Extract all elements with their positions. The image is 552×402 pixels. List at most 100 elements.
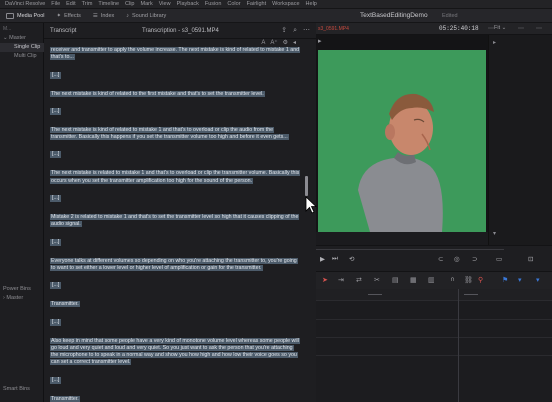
person-figure [358, 93, 443, 232]
transcript-pause[interactable]: [...] [50, 144, 300, 167]
transcript-header: Transcript Transcription - s3_0591.MP4 ⇪… [44, 23, 316, 39]
transcript-pause[interactable]: [...] [50, 275, 300, 298]
search-icon[interactable]: ⌕ [293, 26, 297, 35]
menu-item[interactable]: Fusion [202, 0, 225, 9]
play-icon[interactable]: ▶ [320, 255, 325, 263]
viewer-header: s3_0591.MP4 05:25:40:18 ⋯ [316, 23, 552, 35]
transcript-segment[interactable]: The next mistake is related to mistake 1… [50, 170, 301, 185]
transcript-scrollbar[interactable] [305, 176, 308, 196]
transcript-segment[interactable]: The next mistake is kind of related to t… [50, 90, 300, 98]
menu-item[interactable]: Clip [122, 0, 137, 9]
viewer-menu-icon[interactable]: ⋯ [518, 25, 524, 32]
segment-text: The next mistake is kind of related to t… [50, 90, 265, 97]
mark-clip-icon[interactable]: ⊃ [472, 255, 477, 263]
timeline-area[interactable] [316, 289, 552, 402]
menu-item[interactable]: DaVinci Resolve [2, 0, 48, 9]
bin-list-panel: M... ⌄ Master Single Clip Multi Clip Pow… [0, 23, 44, 402]
pause-marker: [...] [50, 376, 62, 384]
trim-tool-icon[interactable]: ⇥ [338, 276, 344, 284]
insert-clip-icon[interactable]: ▭ [496, 255, 502, 263]
menu-item[interactable]: Edit [63, 0, 78, 9]
marker-add-icon[interactable]: ▾ [518, 276, 522, 284]
in-point-icon[interactable]: ⊂ [438, 255, 443, 263]
blade-tool-icon[interactable]: ✂ [374, 276, 380, 284]
playhead-icon[interactable]: ▾ [493, 230, 496, 237]
edit-status: Edited [442, 13, 458, 19]
timeline-ruler[interactable] [316, 289, 552, 301]
menu-item[interactable]: Mark [138, 0, 156, 9]
source-viewer[interactable]: ▸ [316, 35, 488, 232]
media-pool-button[interactable]: Media Pool [0, 9, 51, 23]
transcript-pause[interactable]: [...] [50, 101, 300, 124]
menu-item[interactable]: Trim [79, 0, 96, 9]
transcript-title: Transcript [50, 27, 77, 34]
menu-item[interactable]: File [48, 0, 63, 9]
overwrite-icon[interactable]: ▤ [392, 276, 399, 284]
transcript-pause[interactable]: [...] [50, 65, 300, 88]
next-icon[interactable]: ⏭ [332, 255, 338, 263]
menu-item[interactable]: Color [224, 0, 243, 9]
transcript-segment[interactable]: Mistake 2 is related to mistake 1 and th… [50, 214, 300, 229]
menu-icon[interactable]: ⋯ [303, 26, 310, 35]
insert-icon[interactable]: ▥ [428, 276, 435, 284]
timeline-toolbar: ➤ ⇥ ⇄ ✂ ▤ ▦ ▥ ∩ ⛓ ⚲ ⚑ ▾ ▾ [316, 271, 552, 289]
marker-icon: ▸ [493, 40, 497, 46]
transcript-segment[interactable]: Also keep in mind that some people have … [50, 337, 300, 367]
transport-controls: ▶ ⏭ ⟲ ⊂ ◎ ⊃ ▭ ⊡ [316, 245, 552, 271]
loop-icon[interactable]: ⟲ [349, 255, 354, 263]
transcript-pause[interactable]: [...] [50, 312, 300, 335]
timeline-guide [458, 289, 459, 402]
transcript-body[interactable]: receiver and transmitter to apply the vo… [44, 47, 306, 402]
ruler-mark [464, 294, 478, 295]
pause-marker: [...] [50, 107, 62, 115]
export-icon[interactable]: ⇪ [281, 26, 287, 35]
bin-multi-clip[interactable]: Multi Clip [0, 52, 44, 61]
power-bin-master-label: Master [6, 295, 24, 301]
track-divider [316, 355, 552, 356]
transcript-segment[interactable]: Transmitter. [50, 301, 300, 308]
position-lock-icon[interactable]: ⚲ [478, 276, 483, 284]
fit-dropdown[interactable]: Fit ⌄ [494, 25, 506, 31]
transcript-toolbar: ⇪ ⌕ ⋯ [281, 26, 310, 35]
dynamic-trim-icon[interactable]: ⇄ [356, 276, 362, 284]
color-marker-icon[interactable]: ▾ [536, 276, 540, 284]
bin-master[interactable]: ⌄ Master [0, 34, 44, 43]
sound-library-button[interactable]: ♪ Sound Library [120, 9, 172, 23]
bin-single-clip[interactable]: Single Clip [0, 43, 44, 52]
menu-item[interactable]: Fairlight [244, 0, 270, 9]
safe-area-icon[interactable]: ⊡ [528, 255, 533, 263]
menu-item[interactable]: Workspace [269, 0, 302, 9]
transcript-segment[interactable]: Everyone talks at different volumes so d… [50, 257, 300, 273]
out-point-icon[interactable]: ◎ [454, 255, 460, 263]
flag-icon[interactable]: ⚑ [502, 276, 508, 284]
transcript-panel: Transcript Transcription - s3_0591.MP4 ⇪… [44, 23, 316, 402]
pause-marker: [...] [50, 71, 62, 79]
segment-text: Mistake 2 is related to mistake 1 and th… [50, 214, 300, 228]
fit-label: Fit [494, 25, 501, 31]
track-divider [316, 319, 552, 320]
selection-tool-icon[interactable]: ➤ [322, 276, 328, 284]
menu-item[interactable]: View [156, 0, 174, 9]
transcript-segment[interactable]: Transmitter. [50, 395, 300, 402]
menu-item[interactable]: Help [303, 0, 320, 9]
transcript-pause[interactable]: [...] [50, 188, 300, 211]
transcript-pause[interactable]: [...] [50, 370, 300, 393]
transcript-pause[interactable]: [...] [50, 232, 300, 255]
index-button[interactable]: ☰ Index [87, 9, 120, 23]
segment-text: The next mistake is kind of related to m… [50, 126, 289, 141]
power-bin-master[interactable]: › Master [0, 294, 44, 303]
inspector-strip: ▸ ▾ [488, 35, 552, 245]
menu-item[interactable]: Playback [174, 0, 202, 9]
menu-item[interactable]: Timeline [95, 0, 122, 9]
scrub-bar[interactable] [316, 249, 504, 250]
effects-button[interactable]: ✦ Effects [51, 9, 87, 23]
segment-text: receiver and transmitter to apply the vo… [50, 47, 301, 61]
transcript-segment[interactable]: receiver and transmitter to apply the vo… [50, 47, 301, 62]
viewer-more-icon[interactable]: ⋯ [536, 25, 542, 32]
segment-text: The next mistake is related to mistake 1… [50, 170, 301, 184]
link-icon[interactable]: ⛓ [464, 276, 473, 284]
snapping-icon[interactable]: ∩ [450, 276, 455, 283]
replace-icon[interactable]: ▦ [410, 276, 417, 284]
pause-marker: [...] [50, 151, 62, 159]
transcript-segment[interactable]: The next mistake is kind of related to m… [50, 126, 300, 142]
